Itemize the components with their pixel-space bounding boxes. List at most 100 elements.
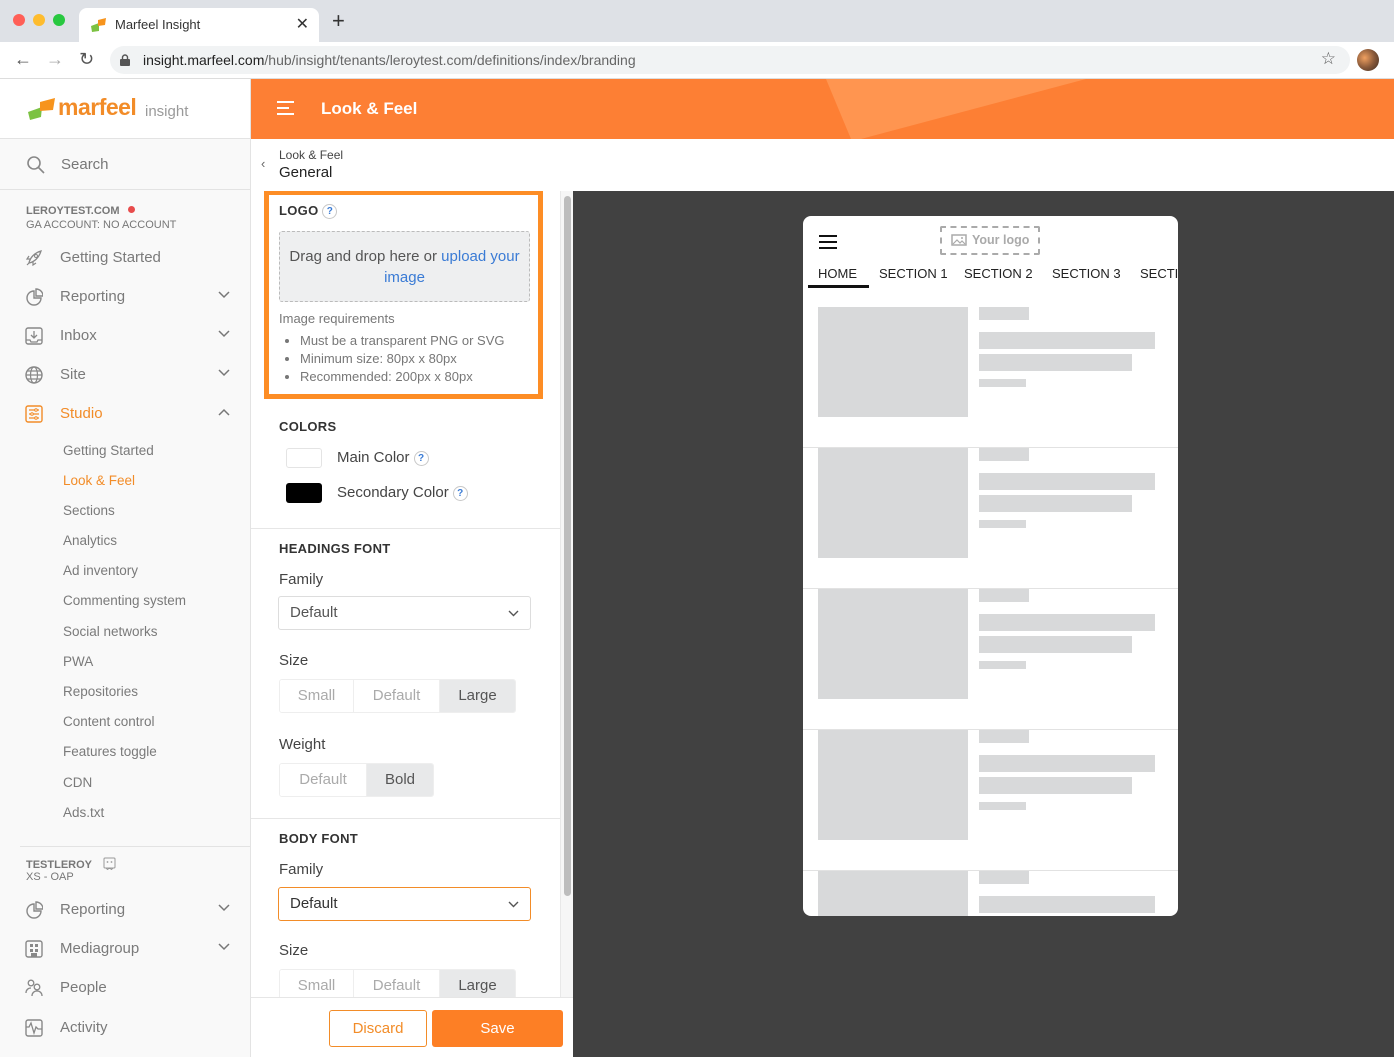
studio-item-sections[interactable]: Sections [63,503,115,518]
marfeel-favicon-icon [91,18,106,32]
logo-section-title: LOGO? [279,203,338,219]
weight-option-bold[interactable]: Bold [367,764,433,796]
sidebar-item-site[interactable]: Site [0,357,250,393]
studio-item-analytics[interactable]: Analytics [63,533,117,548]
search-icon [27,156,45,174]
studio-item-features-toggle[interactable]: Features toggle [63,744,157,759]
brand-logo[interactable]: marfeel insight [0,79,250,139]
help-icon[interactable]: ? [413,451,429,466]
text-placeholder [979,589,1029,602]
studio-item-ad-inventory[interactable]: Ad inventory [63,563,138,578]
body-family-select[interactable]: Default [278,887,531,921]
window-maximize-button[interactable] [53,14,65,26]
building-icon [25,940,43,958]
group-sub: XS - OAP [26,871,74,883]
close-icon[interactable]: ✕ [296,14,309,34]
reload-icon[interactable]: ↻ [79,50,94,68]
headings-weight-label: Weight [279,736,326,753]
studio-item-getting-started[interactable]: Getting Started [63,443,154,458]
star-icon[interactable]: ☆ [1321,49,1336,69]
requirement-item: Minimum size: 80px x 80px [300,350,504,368]
text-placeholder [979,473,1155,490]
arrow-left-icon[interactable]: ← [14,50,32,68]
requirements-list: Must be a transparent PNG or SVG Minimum… [300,332,504,386]
arrow-right-icon[interactable]: → [46,50,64,68]
studio-item-commenting-system[interactable]: Commenting system [63,593,186,608]
sidebar-item-group-reporting[interactable]: Reporting [0,892,250,928]
text-placeholder [979,636,1132,653]
secondary-color-swatch[interactable] [286,483,322,503]
studio-item-ads-txt[interactable]: Ads.txt [63,805,104,820]
studio-item-cdn[interactable]: CDN [63,775,92,790]
preview-nav-item: SECTION 3 [1052,266,1121,281]
chevron-down-icon [508,610,519,617]
browser-tab-bar: Marfeel Insight ✕ + [0,0,1394,42]
chevron-down-icon [508,901,519,908]
logo-dropzone[interactable]: Drag and drop here or upload your image [279,231,530,302]
plus-icon[interactable]: + [332,10,345,32]
globe-icon [25,366,43,384]
breadcrumb-current: General [279,164,333,181]
main-color-swatch[interactable] [286,448,322,468]
size-option-default[interactable]: Default [354,680,440,712]
studio-item-social-networks[interactable]: Social networks [63,624,158,639]
phone-preview: Your logo HOME SECTION 1 SECTION 2 SECTI… [803,216,1178,916]
address-bar: ← → ↻ insight.marfeel.com/hub/insight/te… [0,42,1394,79]
text-placeholder [979,614,1155,631]
sidebar-item-people[interactable]: People [0,970,250,1006]
studio-item-pwa[interactable]: PWA [63,654,93,669]
help-icon[interactable]: ? [452,486,468,501]
body-family-label: Family [279,861,324,878]
size-option-large[interactable]: Large [440,680,515,712]
chevron-down-icon[interactable] [218,369,230,377]
sidebar-item-activity[interactable]: Activity [0,1010,250,1046]
save-button[interactable]: Save [432,1010,563,1047]
studio-item-repositories[interactable]: Repositories [63,684,138,699]
chevron-left-icon[interactable]: ‹ [261,156,265,171]
studio-item-content-control[interactable]: Content control [63,714,155,729]
breadcrumb-parent[interactable]: Look & Feel [279,148,343,162]
preview-card [803,448,1178,589]
weight-option-default[interactable]: Default [280,764,367,796]
window-minimize-button[interactable] [33,14,45,26]
scrollbar-thumb[interactable] [564,196,571,896]
sidebar-search[interactable]: Search [0,140,250,190]
discard-button[interactable]: Discard [329,1010,427,1047]
sidebar-item-getting-started[interactable]: Getting Started [0,240,250,276]
sidebar-item-mediagroup[interactable]: Mediagroup [0,931,250,967]
text-placeholder [979,896,1155,913]
panel-scrollbar[interactable] [560,191,573,997]
sidebar-item-inbox[interactable]: Inbox [0,318,250,354]
text-placeholder [979,495,1132,512]
help-icon[interactable]: ? [322,204,338,219]
chevron-down-icon[interactable] [218,330,230,338]
window-close-button[interactable] [13,14,25,26]
chevron-up-icon[interactable] [218,408,230,416]
colors-section-title: COLORS [279,419,337,434]
requirement-item: Must be a transparent PNG or SVG [300,332,504,350]
search-label: Search [61,156,109,173]
browser-tab[interactable]: Marfeel Insight ✕ [79,8,319,42]
headings-family-select[interactable]: Default [278,596,531,630]
profile-avatar[interactable] [1357,49,1379,71]
breadcrumb: ‹ Look & Feel General [251,139,1394,191]
sidebar: marfeel insight Search LEROYTEST.COM GA … [0,79,251,1057]
chevron-down-icon[interactable] [218,943,230,951]
studio-item-look-and-feel[interactable]: Look & Feel [63,473,135,488]
sidebar-item-reporting[interactable]: Reporting [0,279,250,315]
account-name: LEROYTEST.COM [26,205,135,217]
image-icon [951,234,967,246]
url-input[interactable]: insight.marfeel.com/hub/insight/tenants/… [110,46,1350,74]
text-placeholder [979,354,1132,371]
sidebar-item-studio[interactable]: Studio [0,396,250,432]
body-font-title: BODY FONT [279,831,359,846]
preview-card [803,730,1178,871]
image-placeholder [818,589,968,699]
image-placeholder [818,448,968,558]
headings-size-toggle: Small Default Large [279,679,516,713]
chevron-down-icon[interactable] [218,904,230,912]
hamburger-menu-icon[interactable] [277,101,294,115]
activity-icon [25,1019,43,1037]
size-option-small[interactable]: Small [280,680,354,712]
chevron-down-icon[interactable] [218,291,230,299]
